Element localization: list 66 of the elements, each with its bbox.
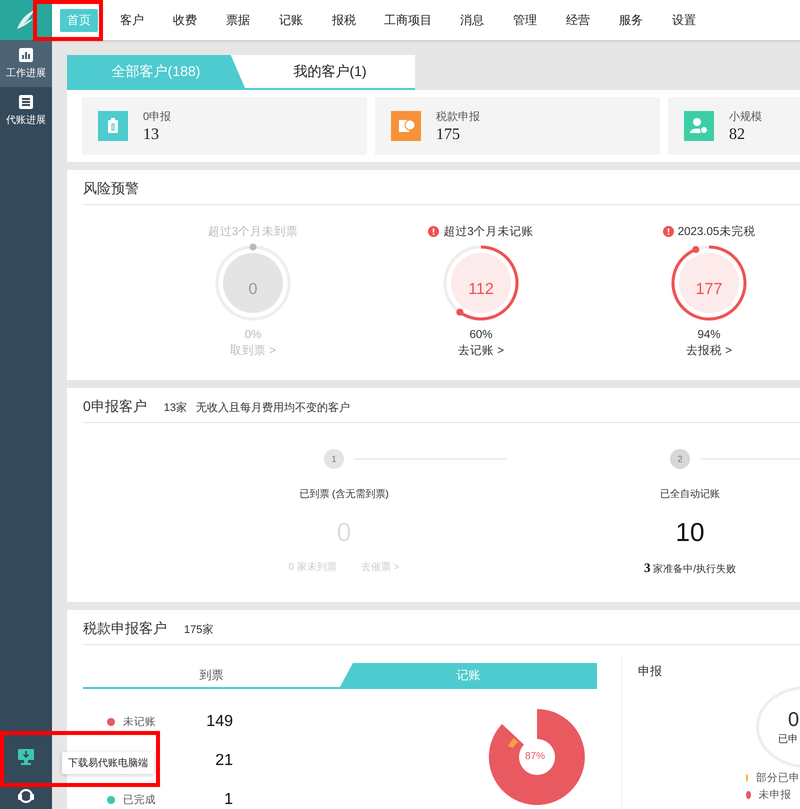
- list-icon: [19, 94, 33, 108]
- step-number: 2: [670, 449, 690, 469]
- action-link[interactable]: 去报税 >: [686, 343, 732, 358]
- nav-tab[interactable]: 收费: [166, 8, 204, 32]
- risk-title: 超过3个月未记账: [443, 224, 534, 238]
- action-link[interactable]: 去记账 >: [458, 343, 504, 358]
- gauge-value: 0: [248, 281, 258, 299]
- status-label: 已完成: [123, 793, 157, 807]
- nav-tab[interactable]: 工商项目: [378, 8, 438, 32]
- stat-card[interactable]: 0申报 13: [82, 97, 367, 155]
- step-title: 已全自动记账: [660, 488, 720, 501]
- status-label: 未记账: [123, 715, 157, 729]
- status-label: 未申报: [758, 788, 793, 802]
- section-title: 0申报客户: [83, 398, 147, 416]
- nav-tab[interactable]: 管理: [506, 8, 544, 32]
- status-count: 21: [214, 752, 233, 770]
- panel-title: 申报: [638, 663, 663, 680]
- nav-tab[interactable]: 客户: [113, 8, 151, 32]
- alert-icon: [428, 226, 440, 236]
- step-title: 已到票 (含无需到票): [299, 488, 389, 501]
- sidebar-item[interactable]: 工作进展: [0, 40, 52, 87]
- step-value: 10: [676, 517, 704, 548]
- status-label: 部分已申: [756, 771, 800, 785]
- tooltip: 下载易代账电脑端: [62, 752, 154, 774]
- highlight-frame: [33, 0, 103, 41]
- risk-title: 超过3个月未到票: [208, 224, 298, 238]
- stat-label: 0申报: [143, 110, 172, 124]
- gauge-value: 177: [694, 281, 724, 299]
- customer-tab[interactable]: 我的客户(1): [245, 55, 415, 88]
- nav-tab[interactable]: 消息: [453, 8, 491, 32]
- nav-tab[interactable]: 记账: [272, 8, 310, 32]
- stat-value: 13: [143, 126, 160, 144]
- section-title: 风险预警: [83, 180, 139, 198]
- bar-chart-icon: [19, 48, 33, 62]
- step-number: 1: [324, 449, 344, 469]
- stat-value: 175: [436, 126, 461, 144]
- stat-label: 税款申报: [436, 110, 480, 124]
- gauge-value: 112: [467, 281, 495, 299]
- customer-count: 175家: [184, 622, 214, 637]
- stat-card[interactable]: 小规模 82: [668, 97, 800, 155]
- status-count: 1: [223, 791, 233, 809]
- headset-icon[interactable]: [17, 787, 35, 803]
- nav-tab[interactable]: 服务: [612, 8, 650, 32]
- risk-title: 2023.05未完税: [678, 224, 756, 238]
- progress-tab[interactable]: 到票: [83, 663, 340, 687]
- nav-tab[interactable]: 经营: [559, 8, 597, 32]
- nav-tab[interactable]: 设置: [665, 8, 703, 32]
- percent-text: 94%: [697, 329, 721, 341]
- chart-percent: 87%: [525, 751, 546, 762]
- nav-tab[interactable]: 报税: [325, 8, 363, 32]
- section-title: 税款申报客户: [83, 620, 167, 638]
- stat-card[interactable]: 税款申报 175: [375, 97, 660, 155]
- nav-tab[interactable]: 票据: [219, 8, 257, 32]
- declare-caption: 已申: [778, 732, 798, 746]
- percent-text: 60%: [469, 329, 493, 341]
- stat-value: 82: [729, 126, 746, 144]
- step-note: 3 家准备中/执行失败: [644, 560, 736, 576]
- customer-count: 13家: [164, 400, 188, 415]
- section-description: 无收入且每月费用均不变的客户: [196, 400, 350, 415]
- alert-icon: [662, 226, 674, 236]
- percent-text: 0%: [244, 329, 262, 341]
- declare-value: 0: [788, 708, 800, 732]
- status-count: 149: [205, 713, 233, 731]
- sidebar-item[interactable]: 代账进展: [0, 87, 52, 134]
- monitor-download-icon[interactable]: [17, 749, 35, 765]
- stat-label: 小规模: [729, 110, 762, 124]
